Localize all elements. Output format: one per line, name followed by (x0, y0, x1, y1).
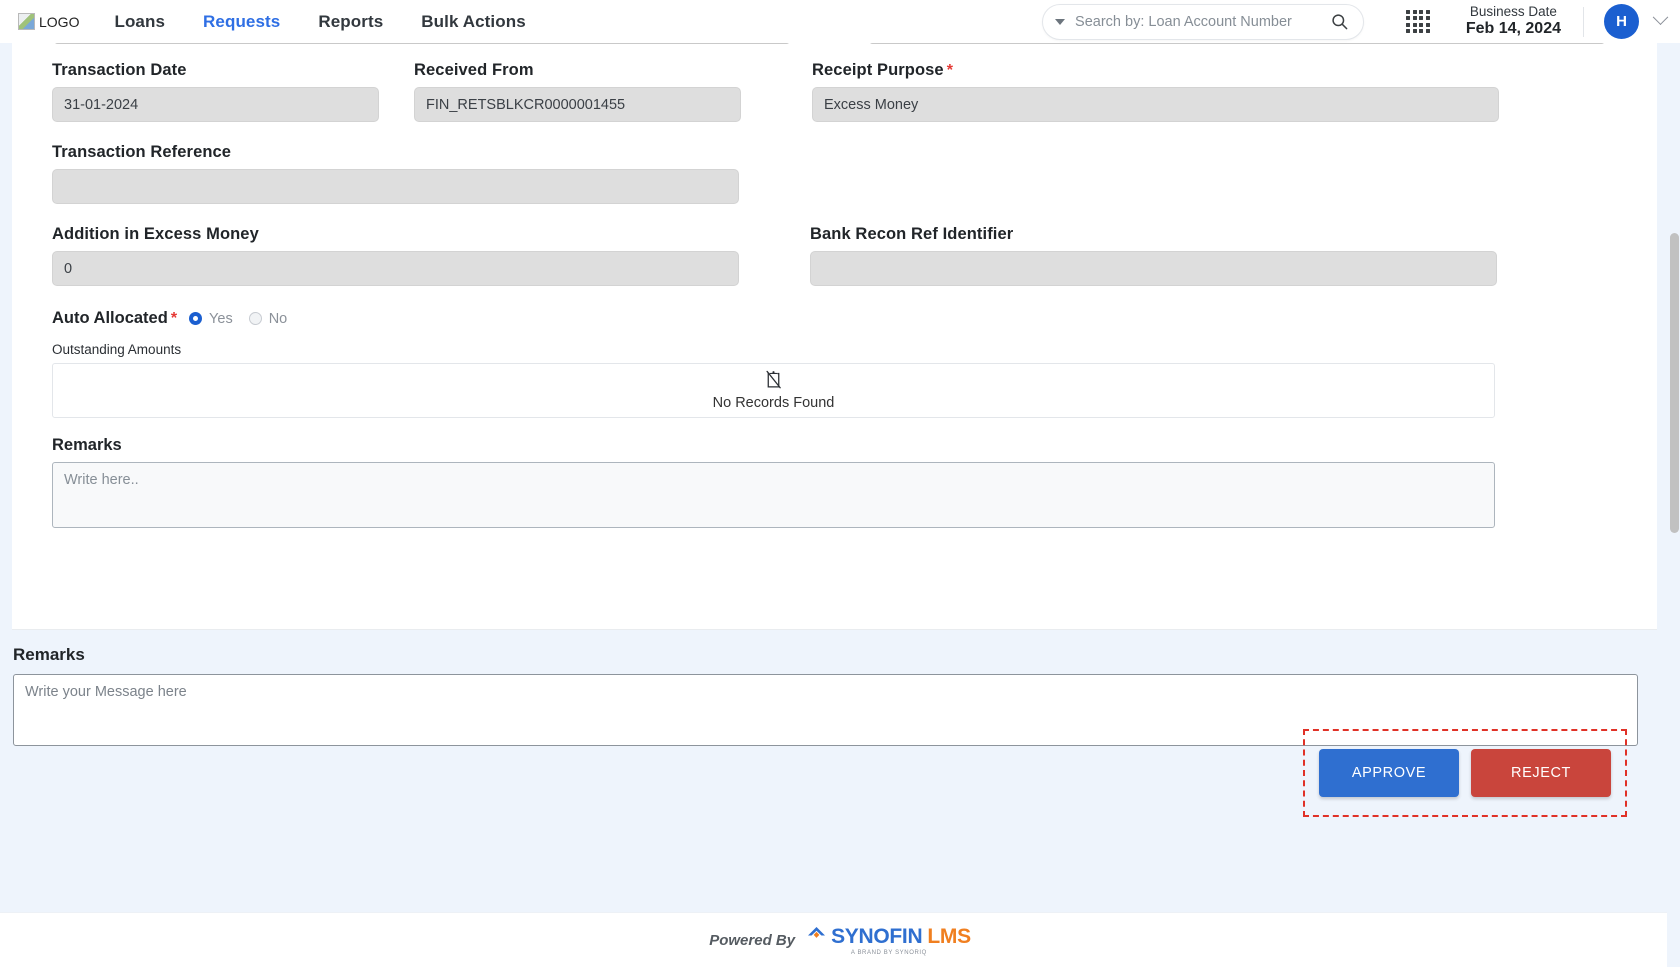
field-receipt-purpose: Receipt Purpose * Excess Money (812, 61, 1499, 122)
business-date-value: Feb 14, 2024 (1465, 20, 1561, 38)
radio-selected-icon[interactable] (189, 312, 203, 325)
field-received-from: Received From FIN_RETSBLKCR0000001455 (414, 61, 741, 122)
business-date: Business Date Feb 14, 2024 (1466, 4, 1561, 39)
received-from-label: Received From (414, 61, 534, 79)
bank-recon-ref-identifier-label: Bank Recon Ref Identifier (810, 225, 1014, 243)
search-icon[interactable] (1330, 12, 1349, 31)
transaction-date-input[interactable]: 31-01-2024 (52, 87, 379, 122)
brand-tagline: A BRAND BY SYNORIQ (850, 949, 927, 956)
outstanding-amounts-label: Outstanding Amounts (52, 342, 182, 357)
vertical-scrollbar-thumb[interactable] (1670, 233, 1679, 533)
form-row-2: Transaction Reference (52, 143, 1612, 225)
synofin-brand-logo: SYNOFIN LMS A BRAND BY SYNORIQ (807, 925, 971, 956)
field-auto-allocated: Auto Allocated * Yes No (52, 309, 1612, 328)
auto-allocated-yes-label: Yes (209, 310, 233, 327)
no-records-found-text: No Records Found (712, 395, 835, 411)
field-addition-in-excess-money: Addition in Excess Money 0 (52, 225, 739, 286)
nav-item-bulk-actions[interactable]: Bulk Actions (421, 12, 525, 32)
field-card-remarks: Remarks (52, 436, 1612, 533)
transaction-date-label: Transaction Date (52, 61, 187, 79)
card-remarks-textarea[interactable] (52, 462, 1495, 528)
nav-item-reports[interactable]: Reports (318, 12, 383, 32)
nav-item-requests[interactable]: Requests (203, 12, 280, 32)
page-footer: Powered By SYNOFIN LMS A BRAND BY SYNORI… (0, 912, 1680, 967)
brand-name-primary: SYNOFIN (831, 924, 923, 948)
receipt-purpose-label: Receipt Purpose * (812, 61, 1499, 80)
main-nav: Loans Requests Reports Bulk Actions (114, 12, 525, 32)
clipboard-slash-icon (765, 370, 782, 394)
nav-item-loans[interactable]: Loans (114, 12, 165, 32)
auto-allocated-no-label: No (268, 310, 288, 327)
page-content: Transaction Date 31-01-2024 Received Fro… (0, 43, 1680, 967)
approve-button[interactable]: APPROVE (1319, 749, 1459, 797)
scrolled-field-top-left (54, 43, 790, 44)
search-filter-chevron-down-icon[interactable] (1055, 18, 1066, 25)
request-form: Transaction Date 31-01-2024 Received Fro… (52, 61, 1612, 533)
form-row-1: Transaction Date 31-01-2024 Received Fro… (52, 61, 1612, 143)
receipt-purpose-input[interactable]: Excess Money (812, 87, 1499, 122)
brand-name-secondary: LMS (927, 924, 971, 948)
apps-grid-icon[interactable] (1406, 9, 1430, 34)
top-navigation-bar: LOGO Loans Requests Reports Bulk Actions (0, 0, 1680, 43)
card-remarks-label: Remarks (52, 436, 122, 454)
broken-image-icon (18, 13, 35, 30)
auto-allocated-label-text: Auto Allocated (52, 309, 168, 327)
powered-by-text: Powered By (709, 931, 796, 949)
field-bank-recon-ref-identifier: Bank Recon Ref Identifier (810, 225, 1497, 286)
scrolled-field-top-right (869, 43, 1605, 44)
auto-allocated-label: Auto Allocated * (52, 309, 177, 328)
transaction-reference-input[interactable] (52, 169, 739, 204)
form-row-3: Addition in Excess Money 0 Bank Recon Re… (52, 225, 1612, 307)
bank-recon-ref-identifier-input[interactable] (810, 251, 1497, 286)
reject-button[interactable]: REJECT (1471, 749, 1611, 797)
radio-unselected-icon[interactable] (248, 312, 262, 325)
receipt-purpose-required-asterisk: * (946, 62, 954, 79)
auto-allocated-option-no[interactable]: No (248, 310, 288, 327)
search-input[interactable] (1073, 12, 1331, 31)
received-from-input[interactable]: FIN_RETSBLKCR0000001455 (414, 87, 741, 122)
logo-alt-text: LOGO (39, 13, 80, 30)
header-divider (1583, 6, 1584, 37)
receipt-purpose-label-text: Receipt Purpose (812, 61, 944, 79)
synofin-chevron-icon (807, 926, 826, 948)
auto-allocated-option-yes[interactable]: Yes (189, 311, 233, 327)
top-bar-right-group: Business Date Feb 14, 2024 H (1042, 3, 1680, 40)
search-box[interactable] (1042, 3, 1365, 40)
auto-allocated-required-asterisk: * (170, 310, 178, 327)
business-date-label: Business Date (1469, 4, 1557, 20)
user-avatar[interactable]: H (1604, 4, 1639, 39)
app-logo[interactable]: LOGO (18, 13, 79, 30)
outstanding-amounts-empty-state: No Records Found (52, 363, 1495, 418)
addition-in-excess-money-label: Addition in Excess Money (52, 225, 259, 243)
field-transaction-reference: Transaction Reference (52, 143, 739, 204)
approval-section: Remarks APPROVE REJECT (0, 631, 1680, 817)
request-details-card: Transaction Date 31-01-2024 Received Fro… (12, 43, 1657, 630)
addition-in-excess-money-input[interactable]: 0 (52, 251, 739, 286)
transaction-reference-label: Transaction Reference (52, 143, 232, 161)
user-menu-chevron-down-icon[interactable] (1652, 9, 1669, 26)
bottom-remarks-label: Remarks (13, 645, 85, 664)
field-outstanding-amounts: Outstanding Amounts No Records Found (52, 342, 1612, 418)
action-buttons-highlight-box: APPROVE REJECT (1303, 729, 1627, 817)
field-transaction-date: Transaction Date 31-01-2024 (52, 61, 379, 122)
